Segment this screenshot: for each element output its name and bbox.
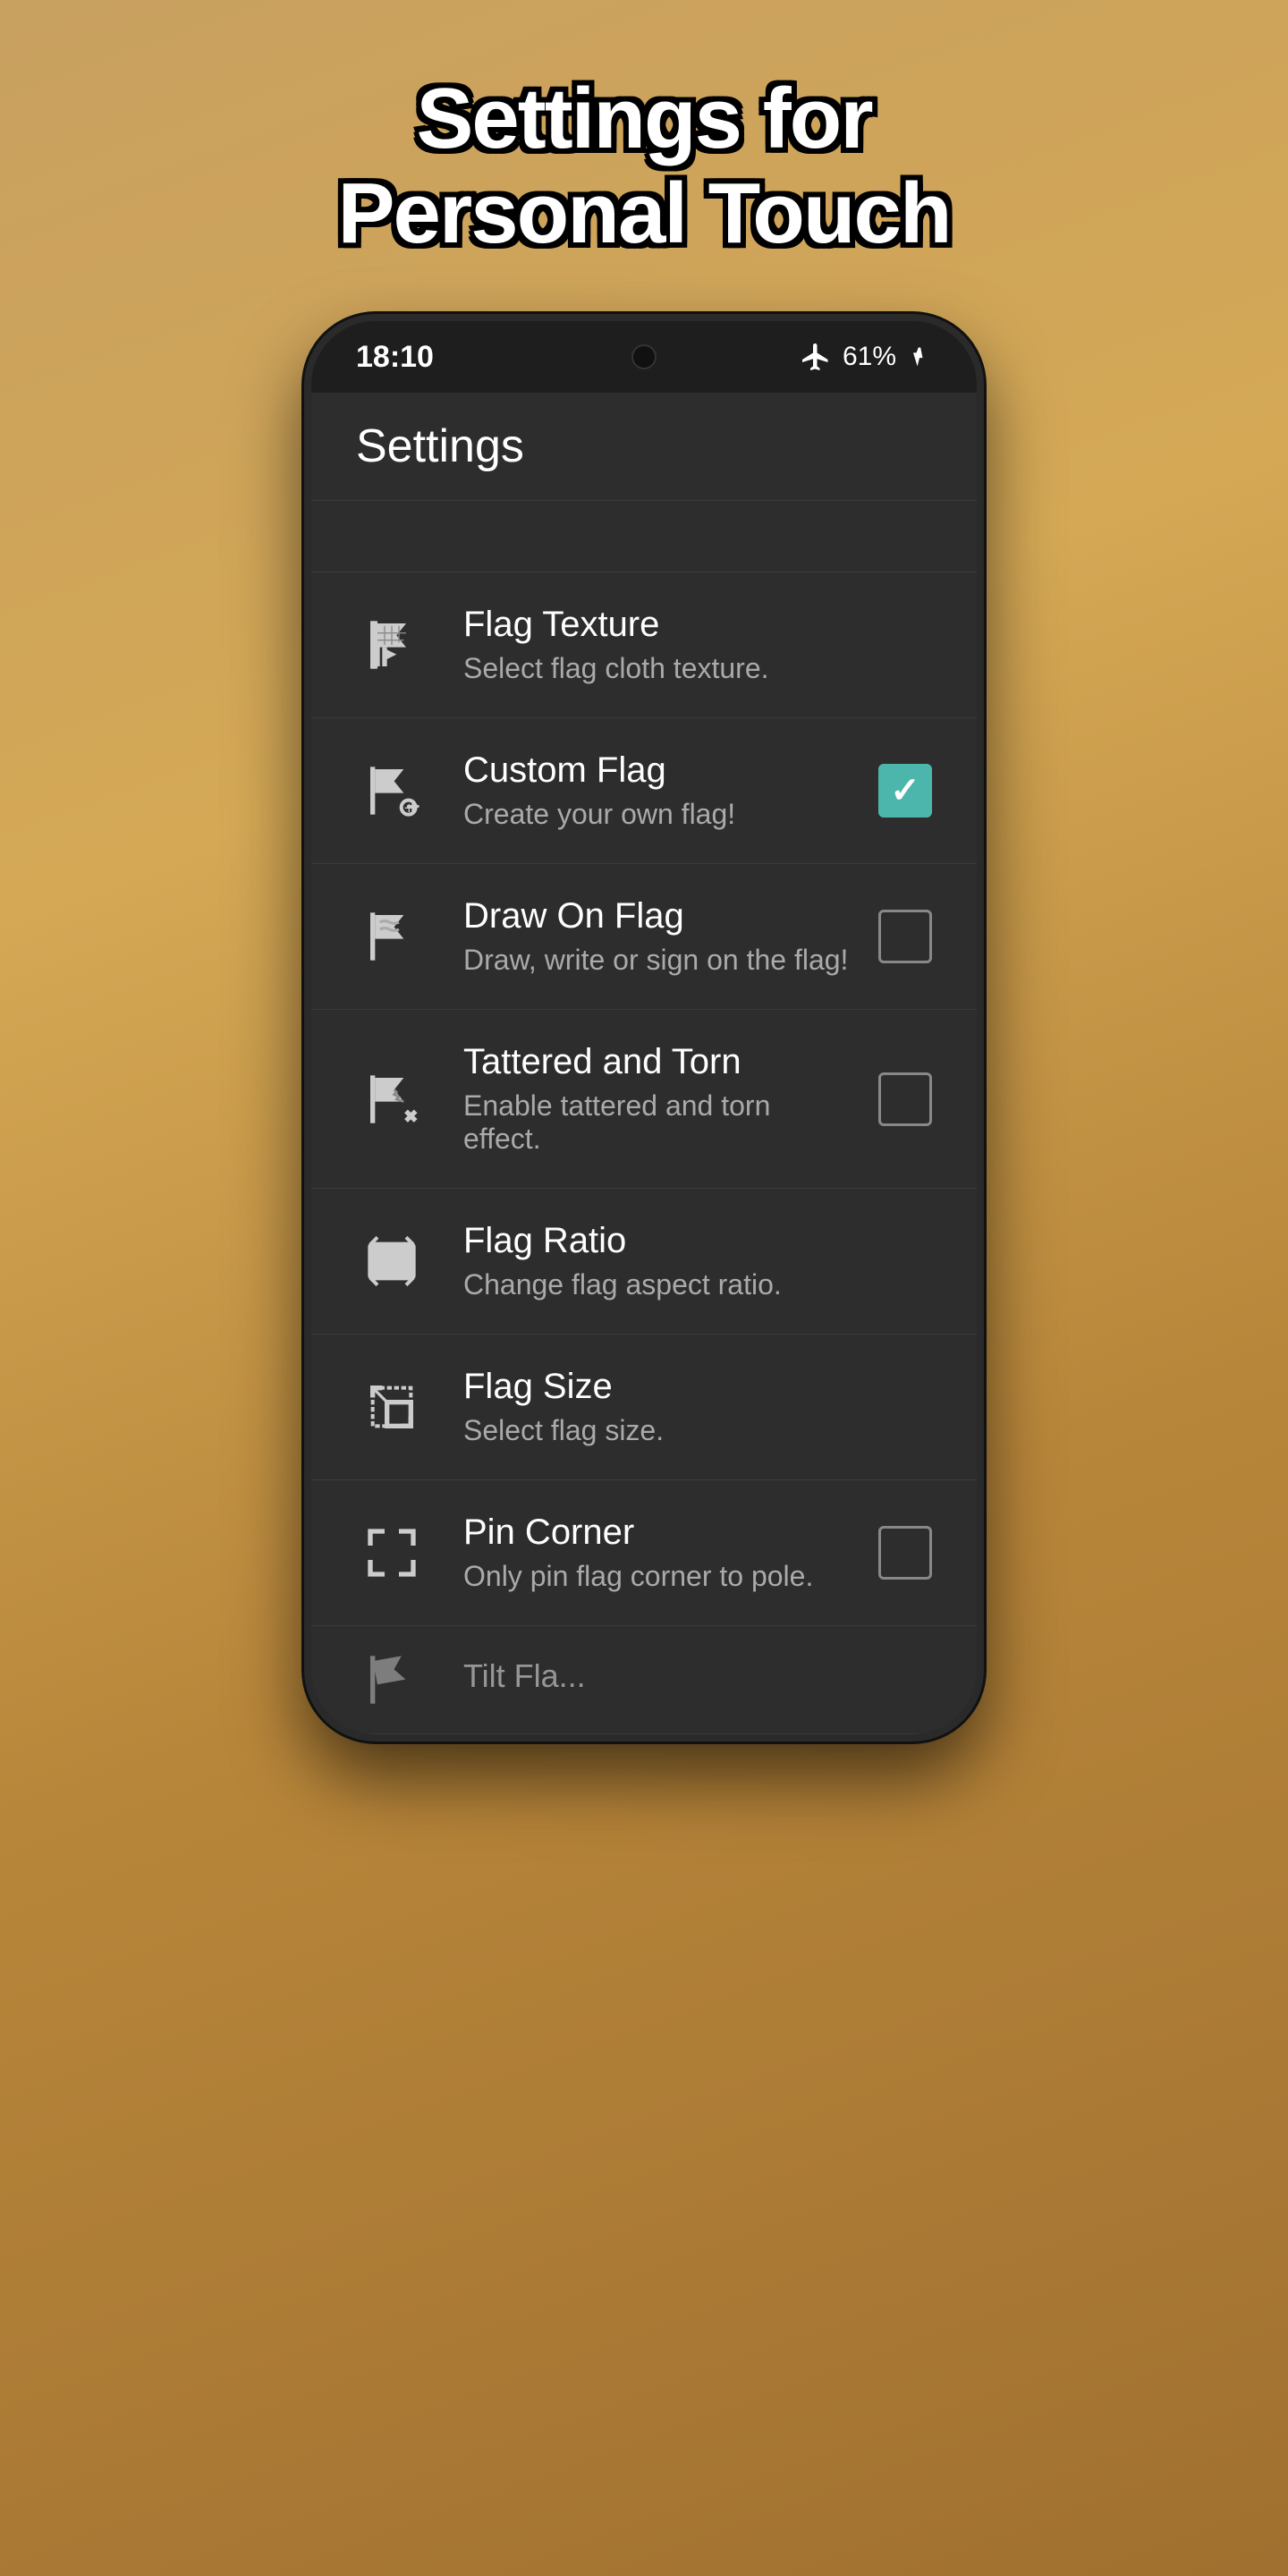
flag-size-text: Flag Size Select flag size. [463,1367,932,1447]
page-title: Settings for Personal Touch [337,72,950,260]
flag-texture-title: Flag Texture [463,605,932,645]
tattered-flag-icon [356,1063,428,1135]
flag-texture-text: Flag Texture Select flag cloth texture. [463,605,932,685]
draw-flag-subtitle: Draw, write or sign on the flag! [463,944,852,977]
draw-flag-text: Draw On Flag Draw, write or sign on the … [463,896,852,977]
tattered-subtitle: Enable tattered and torn effect. [463,1089,852,1156]
tilt-flag-title-partial: Tilt Fla... [463,1657,932,1695]
pin-corner-text: Pin Corner Only pin flag corner to pole. [463,1513,852,1593]
svg-text:+: + [404,799,414,818]
tattered-checkbox[interactable] [878,1072,932,1126]
settings-item-draw-on-flag[interactable]: Draw On Flag Draw, write or sign on the … [311,864,977,1010]
flag-size-title: Flag Size [463,1367,932,1407]
pin-corner-subtitle: Only pin flag corner to pole. [463,1560,852,1593]
flag-texture-icon [356,609,428,681]
tilt-flag-text-partial: Tilt Fla... [463,1657,932,1702]
app-bar-title: Settings [356,420,524,472]
settings-spacer [311,501,977,572]
custom-flag-checkbox[interactable] [878,764,932,818]
settings-item-flag-size[interactable]: Flag Size Select flag size. [311,1335,977,1480]
settings-list: Flag Texture Select flag cloth texture. … [311,572,977,1734]
flag-texture-subtitle: Select flag cloth texture. [463,652,932,685]
draw-flag-checkbox[interactable] [878,910,932,963]
status-time: 18:10 [356,340,434,375]
draw-flag-icon [356,901,428,972]
pin-corner-icon [356,1517,428,1589]
pin-corner-checkbox[interactable] [878,1526,932,1580]
flag-ratio-subtitle: Change flag aspect ratio. [463,1268,932,1301]
custom-flag-title: Custom Flag [463,750,852,791]
flag-ratio-text: Flag Ratio Change flag aspect ratio. [463,1221,932,1301]
tattered-title: Tattered and Torn [463,1042,852,1082]
custom-flag-text: Custom Flag Create your own flag! [463,750,852,831]
tattered-text: Tattered and Torn Enable tattered and to… [463,1042,852,1156]
draw-flag-title: Draw On Flag [463,896,852,936]
status-bar-camera [631,344,657,369]
settings-item-custom-flag[interactable]: + + Custom Flag Create your own flag! [311,718,977,864]
pin-corner-title: Pin Corner [463,1513,852,1553]
flag-ratio-icon [356,1225,428,1297]
status-icons: 61% [800,341,932,373]
tilt-flag-icon-partial [356,1644,428,1716]
status-bar: 18:10 61% [311,321,977,393]
settings-item-pin-corner[interactable]: Pin Corner Only pin flag corner to pole. [311,1480,977,1626]
settings-item-tilt-flag-partial[interactable]: Tilt Fla... [311,1626,977,1734]
flag-size-subtitle: Select flag size. [463,1414,932,1447]
settings-item-tattered[interactable]: Tattered and Torn Enable tattered and to… [311,1010,977,1189]
app-bar: Settings [311,393,977,501]
flag-size-icon [356,1371,428,1443]
flag-ratio-title: Flag Ratio [463,1221,932,1261]
battery-level: 61% [843,342,896,372]
airplane-icon [800,341,832,373]
settings-item-flag-ratio[interactable]: Flag Ratio Change flag aspect ratio. [311,1189,977,1335]
custom-flag-subtitle: Create your own flag! [463,798,852,831]
settings-item-flag-texture[interactable]: Flag Texture Select flag cloth texture. [311,572,977,718]
phone-frame: 18:10 61% Settings [304,314,984,1741]
custom-flag-icon: + + [356,755,428,826]
battery-bolt-icon [907,344,932,369]
